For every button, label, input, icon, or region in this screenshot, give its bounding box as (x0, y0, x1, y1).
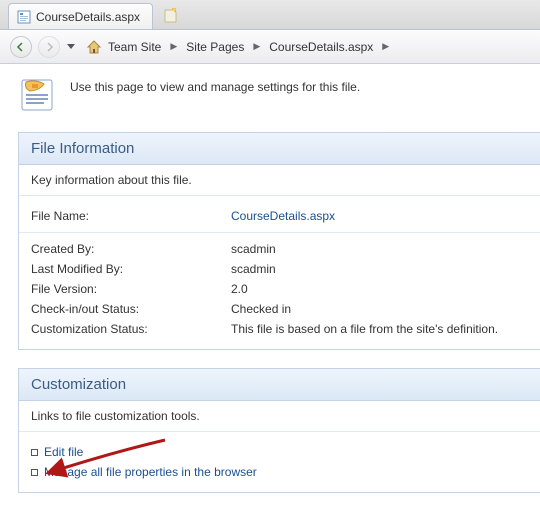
customization-status-row: Customization Status: This file is based… (31, 319, 528, 339)
new-tab-button[interactable] (155, 5, 185, 29)
file-settings-icon (18, 76, 58, 112)
file-version-row: File Version: 2.0 (31, 279, 528, 299)
breadcrumb-item[interactable]: Site Pages (183, 38, 247, 56)
link-label: Edit file (44, 445, 83, 459)
info-value: 2.0 (231, 282, 528, 296)
link-label: Manage all file properties in the browse… (44, 465, 257, 479)
chevron-right-icon[interactable]: ▶ (167, 41, 180, 52)
section-body: File Name: CourseDetails.aspx Created By… (19, 196, 540, 349)
info-label: Check-in/out Status: (31, 302, 231, 316)
section-heading: File Information (19, 133, 540, 165)
section-heading: Customization (19, 369, 540, 401)
section-description: Key information about this file. (19, 165, 540, 196)
page-header: Use this page to view and manage setting… (18, 76, 540, 112)
back-button[interactable] (10, 36, 32, 58)
bullet-icon (31, 469, 38, 476)
chevron-right-icon[interactable]: ▶ (250, 41, 263, 52)
divider (19, 232, 540, 233)
customization-section: Customization Links to file customizatio… (18, 368, 540, 493)
tab-bar: CourseDetails.aspx (0, 0, 540, 30)
edit-file-link[interactable]: Edit file (31, 442, 528, 462)
info-value: This file is based on a file from the si… (231, 322, 528, 336)
active-tab[interactable]: CourseDetails.aspx (8, 3, 153, 29)
home-icon (86, 39, 102, 55)
forward-button[interactable] (38, 36, 60, 58)
aspx-file-icon (17, 10, 31, 24)
created-by-row: Created By: scadmin (31, 239, 528, 259)
info-label: Created By: (31, 242, 231, 256)
tab-title: CourseDetails.aspx (36, 10, 140, 24)
file-name-row: File Name: CourseDetails.aspx (31, 206, 528, 226)
file-information-section: File Information Key information about t… (18, 132, 540, 350)
info-label: Last Modified By: (31, 262, 231, 276)
checkin-status-row: Check-in/out Status: Checked in (31, 299, 528, 319)
bullet-icon (31, 449, 38, 456)
breadcrumb-item[interactable]: CourseDetails.aspx (266, 38, 376, 56)
file-name-link[interactable]: CourseDetails.aspx (231, 209, 528, 223)
manage-properties-link[interactable]: Manage all file properties in the browse… (31, 462, 528, 482)
modified-by-row: Last Modified By: scadmin (31, 259, 528, 279)
info-value: scadmin (231, 262, 528, 276)
nav-history-dropdown[interactable] (66, 36, 76, 58)
info-value: Checked in (231, 302, 528, 316)
info-label: File Name: (31, 209, 231, 223)
breadcrumb-item[interactable]: Team Site (105, 38, 164, 56)
page-content: Use this page to view and manage setting… (0, 64, 540, 523)
chevron-right-icon[interactable]: ▶ (379, 41, 392, 52)
page-description: Use this page to view and manage setting… (70, 76, 360, 94)
info-value: scadmin (231, 242, 528, 256)
section-body: Edit file Manage all file properties in … (19, 432, 540, 492)
info-label: Customization Status: (31, 322, 231, 336)
breadcrumb: Team Site ▶ Site Pages ▶ CourseDetails.a… (86, 38, 392, 56)
info-label: File Version: (31, 282, 231, 296)
section-description: Links to file customization tools. (19, 401, 540, 432)
nav-bar: Team Site ▶ Site Pages ▶ CourseDetails.a… (0, 30, 540, 64)
